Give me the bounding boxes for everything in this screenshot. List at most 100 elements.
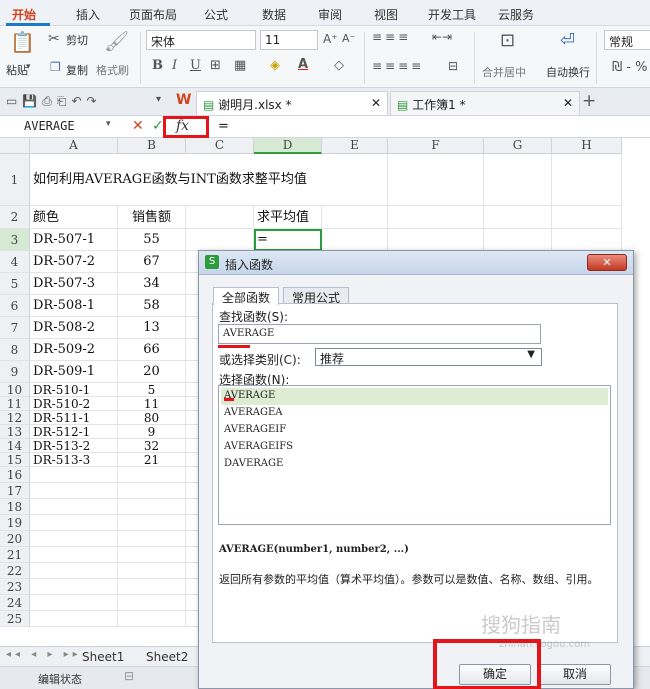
table-cell[interactable]: [30, 467, 118, 483]
table-cell[interactable]: DR-510-2: [30, 397, 118, 411]
row-header[interactable]: 2: [0, 206, 30, 229]
format-painter-icon[interactable]: 🖌: [104, 29, 129, 53]
table-cell[interactable]: 80: [118, 411, 186, 425]
table-cell[interactable]: 58: [118, 295, 186, 317]
table-cell[interactable]: 如何利用AVERAGE函数与INT函数求整平均值: [30, 154, 307, 206]
table-cell[interactable]: [118, 499, 186, 515]
dialog-titlebar[interactable]: S 插入函数 ✕: [199, 251, 633, 275]
number-format-select[interactable]: 常规: [604, 30, 650, 50]
table-cell[interactable]: [552, 206, 622, 229]
column-header-b[interactable]: B: [118, 138, 186, 154]
italic-icon[interactable]: I: [172, 58, 177, 73]
function-list-item[interactable]: DAVERAGE: [221, 456, 608, 473]
name-box-dropdown-icon[interactable]: ▾: [106, 119, 111, 129]
table-cell[interactable]: [388, 154, 484, 206]
cancel-button[interactable]: 取消: [539, 664, 611, 685]
doc-tab-inactive[interactable]: ▤ 工作簿1 * ✕: [390, 91, 580, 115]
confirm-formula-icon[interactable]: ✓: [152, 118, 164, 134]
grow-font-icon[interactable]: A⁺: [323, 32, 338, 46]
table-cell[interactable]: [118, 467, 186, 483]
format-painter-button[interactable]: 格式刷: [96, 62, 129, 78]
table-cell[interactable]: [30, 563, 118, 579]
borders-icon[interactable]: ⊞: [210, 58, 221, 73]
row-header[interactable]: 12: [0, 411, 30, 425]
table-cell[interactable]: DR-512-1: [30, 425, 118, 439]
category-select[interactable]: 推荐 ▼: [315, 348, 542, 366]
font-size-select[interactable]: 11: [260, 30, 318, 50]
paste-icon[interactable]: 📋: [10, 30, 35, 54]
tab-data[interactable]: 数据: [262, 6, 286, 23]
sheet-tab-sheet2[interactable]: Sheet2: [146, 650, 188, 664]
table-cell[interactable]: [484, 154, 552, 206]
sheet-tab-sheet1[interactable]: Sheet1: [82, 650, 124, 664]
formula-input[interactable]: =: [218, 119, 229, 134]
paste-button[interactable]: 粘贴: [6, 62, 28, 78]
align-left-icon[interactable]: ≡≡≡≡: [372, 59, 424, 73]
table-cell[interactable]: 20: [118, 361, 186, 383]
merge-center-button[interactable]: 合并居中: [482, 64, 526, 80]
table-cell[interactable]: [30, 579, 118, 595]
column-header-h[interactable]: H: [552, 138, 622, 154]
table-cell[interactable]: [30, 547, 118, 563]
clear-format-icon[interactable]: ◇: [334, 58, 344, 73]
table-cell[interactable]: 颜色: [30, 206, 118, 229]
table-cell[interactable]: DR-507-3: [30, 273, 118, 295]
table-cell[interactable]: =: [254, 229, 322, 251]
row-header[interactable]: 8: [0, 339, 30, 361]
underline-icon[interactable]: U: [190, 58, 201, 73]
cut-button[interactable]: 剪切: [66, 32, 88, 48]
close-tab-icon[interactable]: ✕: [371, 96, 381, 110]
row-header[interactable]: 1: [0, 154, 30, 206]
table-cell[interactable]: [118, 611, 186, 627]
column-header-a[interactable]: A: [30, 138, 118, 154]
table-cell[interactable]: [30, 483, 118, 499]
table-cell[interactable]: 55: [118, 229, 186, 251]
tab-home[interactable]: 开始: [12, 6, 36, 23]
tab-insert[interactable]: 插入: [76, 6, 100, 23]
row-header[interactable]: 9: [0, 361, 30, 383]
table-cell[interactable]: 9: [118, 425, 186, 439]
table-cell[interactable]: DR-511-1: [30, 411, 118, 425]
quick-access-icons[interactable]: ▭💾⎙⎗↶↷: [6, 94, 102, 109]
tab-all-functions[interactable]: 全部函数: [213, 287, 280, 305]
column-header-e[interactable]: E: [322, 138, 388, 154]
row-header[interactable]: 13: [0, 425, 30, 439]
distribute-icon[interactable]: ⊟: [448, 59, 458, 73]
copy-icon[interactable]: ❐: [50, 60, 61, 74]
table-cell[interactable]: DR-510-1: [30, 383, 118, 397]
merge-borders-icon[interactable]: ▦: [234, 58, 246, 73]
table-cell[interactable]: DR-509-1: [30, 361, 118, 383]
tab-formulas[interactable]: 公式: [204, 6, 228, 23]
table-cell[interactable]: [552, 154, 622, 206]
tab-review[interactable]: 审阅: [318, 6, 342, 23]
tab-view[interactable]: 视图: [374, 6, 398, 23]
table-cell[interactable]: DR-509-2: [30, 339, 118, 361]
tab-common-formulas[interactable]: 常用公式: [283, 287, 350, 305]
search-function-input[interactable]: AVERAGE: [218, 324, 541, 344]
function-list-item[interactable]: AVERAGEIFS: [221, 439, 608, 456]
table-cell[interactable]: DR-513-2: [30, 439, 118, 453]
table-cell[interactable]: [30, 595, 118, 611]
row-header[interactable]: 21: [0, 547, 30, 563]
indent-icon[interactable]: ⇤⇥: [432, 30, 452, 44]
column-header-f[interactable]: F: [388, 138, 484, 154]
wrap-text-icon[interactable]: ⏎: [560, 30, 575, 51]
close-tab-icon[interactable]: ✕: [563, 96, 573, 110]
row-header[interactable]: 6: [0, 295, 30, 317]
table-cell[interactable]: [186, 206, 254, 229]
font-name-select[interactable]: 宋体: [146, 30, 256, 50]
row-header[interactable]: 4: [0, 251, 30, 273]
table-cell[interactable]: [118, 563, 186, 579]
macro-icon[interactable]: ⊟: [124, 669, 134, 683]
doc-tab-active[interactable]: ▤ 谢明月.xlsx * ✕: [196, 91, 388, 115]
row-header[interactable]: 11: [0, 397, 30, 411]
row-header[interactable]: 17: [0, 483, 30, 499]
column-header-d[interactable]: D: [254, 138, 322, 154]
table-cell[interactable]: DR-507-2: [30, 251, 118, 273]
sheet-nav-arrows-icon[interactable]: ◂◂ ◂ ▸ ▸▸: [6, 649, 82, 660]
function-list-item[interactable]: AVERAGE: [221, 388, 608, 405]
function-list[interactable]: AVERAGE AVERAGEA AVERAGEIF AVERAGEIFS DAVERA…: [218, 385, 611, 525]
table-cell[interactable]: [118, 154, 186, 206]
row-header[interactable]: 3: [0, 229, 30, 251]
new-tab-icon[interactable]: +: [582, 91, 596, 111]
